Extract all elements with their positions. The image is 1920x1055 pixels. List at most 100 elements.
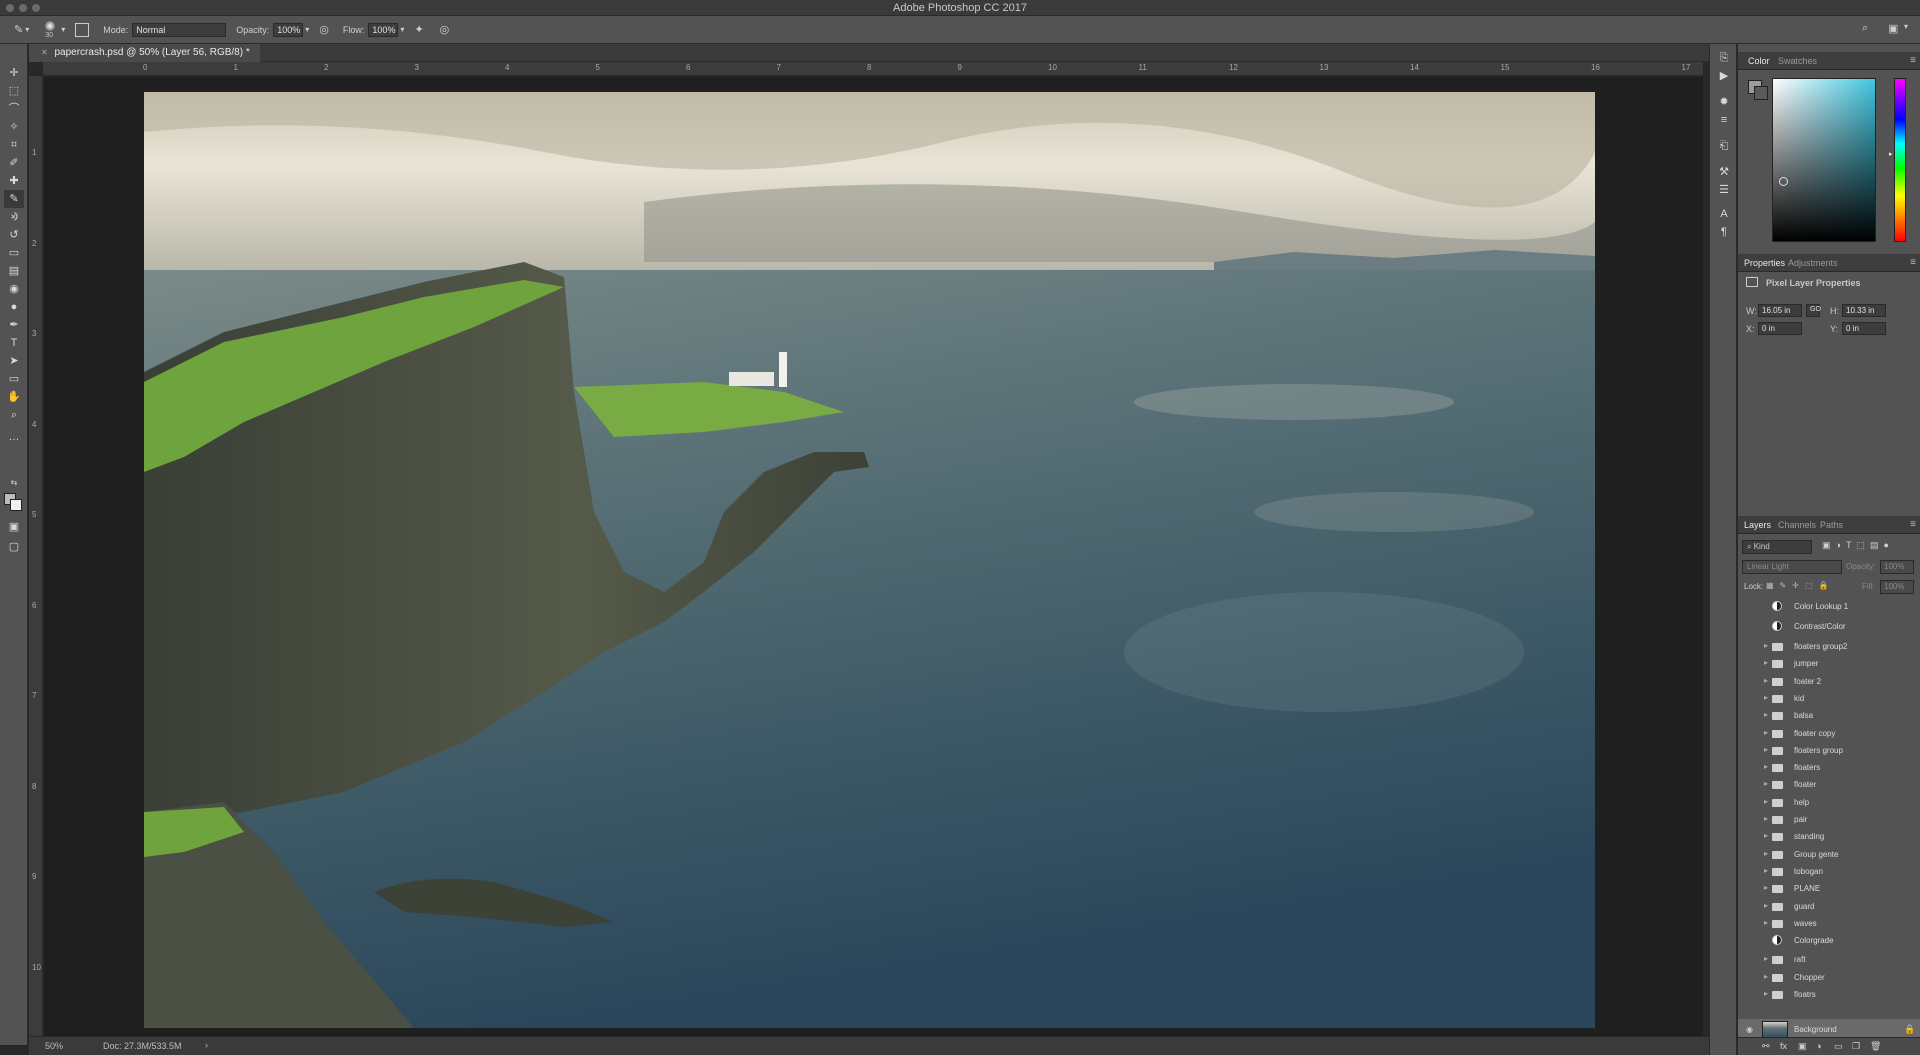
- visibility-toggle[interactable]: [1746, 919, 1756, 929]
- brush-tool-icon[interactable]: ✎: [4, 190, 24, 208]
- paragraph-panel-icon[interactable]: ¶: [1716, 224, 1732, 240]
- lasso-tool-icon[interactable]: ⌒: [4, 100, 24, 118]
- zoom-level[interactable]: 50%: [45, 1041, 63, 1051]
- visibility-toggle[interactable]: [1746, 622, 1756, 632]
- vertical-ruler[interactable]: 1 2 3 4 5 6 7 8 9 10: [29, 76, 43, 1036]
- layer-row[interactable]: ▸ guard: [1738, 898, 1920, 916]
- panel-menu-icon[interactable]: ≡: [1910, 257, 1916, 268]
- layer-row[interactable]: ▸ waves: [1738, 915, 1920, 933]
- expand-arrow-icon[interactable]: ▸: [1764, 831, 1768, 840]
- visibility-toggle[interactable]: [1746, 867, 1756, 877]
- layer-row[interactable]: ▸ floater copy: [1738, 725, 1920, 743]
- brush-size-picker[interactable]: 30: [43, 19, 59, 41]
- flow-input[interactable]: 100%: [368, 22, 399, 37]
- layer-row[interactable]: Contrast/Color: [1738, 618, 1920, 636]
- expand-arrow-icon[interactable]: ▸: [1764, 972, 1768, 981]
- layer-row[interactable]: ▸ standing: [1738, 828, 1920, 846]
- expand-arrow-icon[interactable]: ▸: [1764, 779, 1768, 788]
- hand-tool-icon[interactable]: ✋: [4, 388, 24, 406]
- layer-opacity-input[interactable]: 100%: [1880, 560, 1914, 574]
- screen-mode-icon[interactable]: ▢: [4, 538, 24, 556]
- layer-row[interactable]: Color Lookup 1: [1738, 598, 1920, 616]
- path-selection-tool-icon[interactable]: ➤: [4, 352, 24, 370]
- visibility-toggle[interactable]: [1746, 936, 1756, 946]
- clone-source-icon[interactable]: ⎗: [1716, 138, 1732, 154]
- x-input[interactable]: 0 in: [1758, 322, 1802, 335]
- fill-input[interactable]: 100%: [1880, 580, 1914, 594]
- background-color-swatch[interactable]: [10, 499, 22, 511]
- visibility-toggle[interactable]: [1746, 780, 1756, 790]
- visibility-toggle[interactable]: [1746, 832, 1756, 842]
- healing-brush-tool-icon[interactable]: ✚: [4, 172, 24, 190]
- quick-mask-icon[interactable]: ▣: [4, 518, 24, 536]
- link-dimensions-button[interactable]: GO: [1806, 304, 1821, 317]
- expand-arrow-icon[interactable]: ▸: [1764, 989, 1768, 998]
- layer-filter-kind-select[interactable]: ⌕ Kind: [1742, 540, 1812, 554]
- new-layer-icon[interactable]: ❐: [1852, 1041, 1860, 1052]
- more-tools-icon[interactable]: …: [4, 428, 24, 446]
- pressure-size-icon[interactable]: ◎: [440, 23, 450, 36]
- opacity-input[interactable]: 100%: [273, 22, 304, 37]
- panel-menu-icon[interactable]: ≡: [1910, 519, 1916, 530]
- layer-row[interactable]: ▸ floatrs: [1738, 986, 1920, 1004]
- history-brush-tool-icon[interactable]: ↺: [4, 226, 24, 244]
- layer-style-icon[interactable]: fx: [1780, 1041, 1787, 1051]
- visibility-toggle[interactable]: [1746, 602, 1756, 612]
- visibility-toggle[interactable]: [1746, 659, 1756, 669]
- visibility-toggle[interactable]: [1746, 815, 1756, 825]
- new-group-icon[interactable]: ▭: [1834, 1041, 1843, 1052]
- expand-arrow-icon[interactable]: ▸: [1764, 710, 1768, 719]
- expand-arrow-icon[interactable]: ▸: [1764, 849, 1768, 858]
- quick-selection-tool-icon[interactable]: ✧: [4, 118, 24, 136]
- visibility-toggle[interactable]: [1746, 955, 1756, 965]
- expand-arrow-icon[interactable]: ▸: [1764, 954, 1768, 963]
- visibility-toggle[interactable]: [1746, 884, 1756, 894]
- history-panel-icon[interactable]: ⎘: [1716, 50, 1732, 66]
- expand-arrow-icon[interactable]: ▸: [1764, 658, 1768, 667]
- layer-row[interactable]: ▸ floater: [1738, 776, 1920, 794]
- expand-arrow-icon[interactable]: ▸: [1764, 728, 1768, 737]
- tab-properties[interactable]: Properties: [1744, 258, 1785, 268]
- layer-row[interactable]: ▸ tobogan: [1738, 863, 1920, 881]
- visibility-toggle[interactable]: [1746, 798, 1756, 808]
- expand-arrow-icon[interactable]: ▸: [1764, 762, 1768, 771]
- clone-stamp-tool-icon[interactable]: ⨵: [4, 208, 24, 226]
- dodge-tool-icon[interactable]: ●: [4, 298, 24, 316]
- visibility-toggle[interactable]: [1746, 990, 1756, 1000]
- workspace-icon[interactable]: ▣: [1888, 22, 1898, 35]
- tab-paths[interactable]: Paths: [1820, 520, 1843, 530]
- airbrush-icon[interactable]: ✦: [414, 23, 423, 36]
- layer-row[interactable]: ▸ Chopper: [1738, 969, 1920, 987]
- visibility-toggle[interactable]: [1746, 642, 1756, 652]
- zoom-tool-icon[interactable]: ⌕: [4, 406, 24, 424]
- move-tool-icon[interactable]: ✛: [4, 64, 24, 82]
- eyedropper-tool-icon[interactable]: ✐: [4, 154, 24, 172]
- lock-icons[interactable]: ▦✎✛⬚🔒: [1766, 581, 1834, 590]
- expand-arrow-icon[interactable]: ▸: [1764, 814, 1768, 823]
- layer-row[interactable]: ▸ floaters group: [1738, 742, 1920, 760]
- adjustments-icon[interactable]: ☰: [1716, 182, 1732, 198]
- new-adjustment-icon[interactable]: ◑: [1816, 1041, 1821, 1051]
- tab-layers[interactable]: Layers: [1744, 520, 1771, 530]
- tool-presets-icon[interactable]: ⚒: [1716, 164, 1732, 180]
- horizontal-ruler[interactable]: 0 1 2 3 4 5 6 7 8 9 10 11 12 13 14 15 16 17: [43, 62, 1703, 76]
- crop-tool-icon[interactable]: ⌗: [4, 136, 24, 154]
- visibility-toggle[interactable]: [1746, 973, 1756, 983]
- rectangle-tool-icon[interactable]: ▭: [4, 370, 24, 388]
- layer-row[interactable]: ▸ kid: [1738, 690, 1920, 708]
- layer-row[interactable]: ▸ balsa: [1738, 707, 1920, 725]
- color-field[interactable]: [1772, 78, 1876, 242]
- chevron-down-icon[interactable]: ▾: [61, 25, 65, 34]
- brush-panel-toggle-icon[interactable]: [75, 22, 90, 37]
- layer-row[interactable]: ▸ floaters group2: [1738, 638, 1920, 656]
- tab-color[interactable]: Color: [1748, 56, 1770, 66]
- document-canvas-image[interactable]: [144, 92, 1595, 1028]
- expand-arrow-icon[interactable]: ▸: [1764, 883, 1768, 892]
- expand-arrow-icon[interactable]: ▸: [1764, 676, 1768, 685]
- blur-tool-icon[interactable]: ◉: [4, 280, 24, 298]
- tab-channels[interactable]: Channels: [1778, 520, 1816, 530]
- expand-arrow-icon[interactable]: ▸: [1764, 901, 1768, 910]
- link-layers-icon[interactable]: ⚯: [1762, 1041, 1770, 1052]
- marquee-tool-icon[interactable]: ⬚: [4, 82, 24, 100]
- layer-row[interactable]: ▸ foater 2: [1738, 673, 1920, 691]
